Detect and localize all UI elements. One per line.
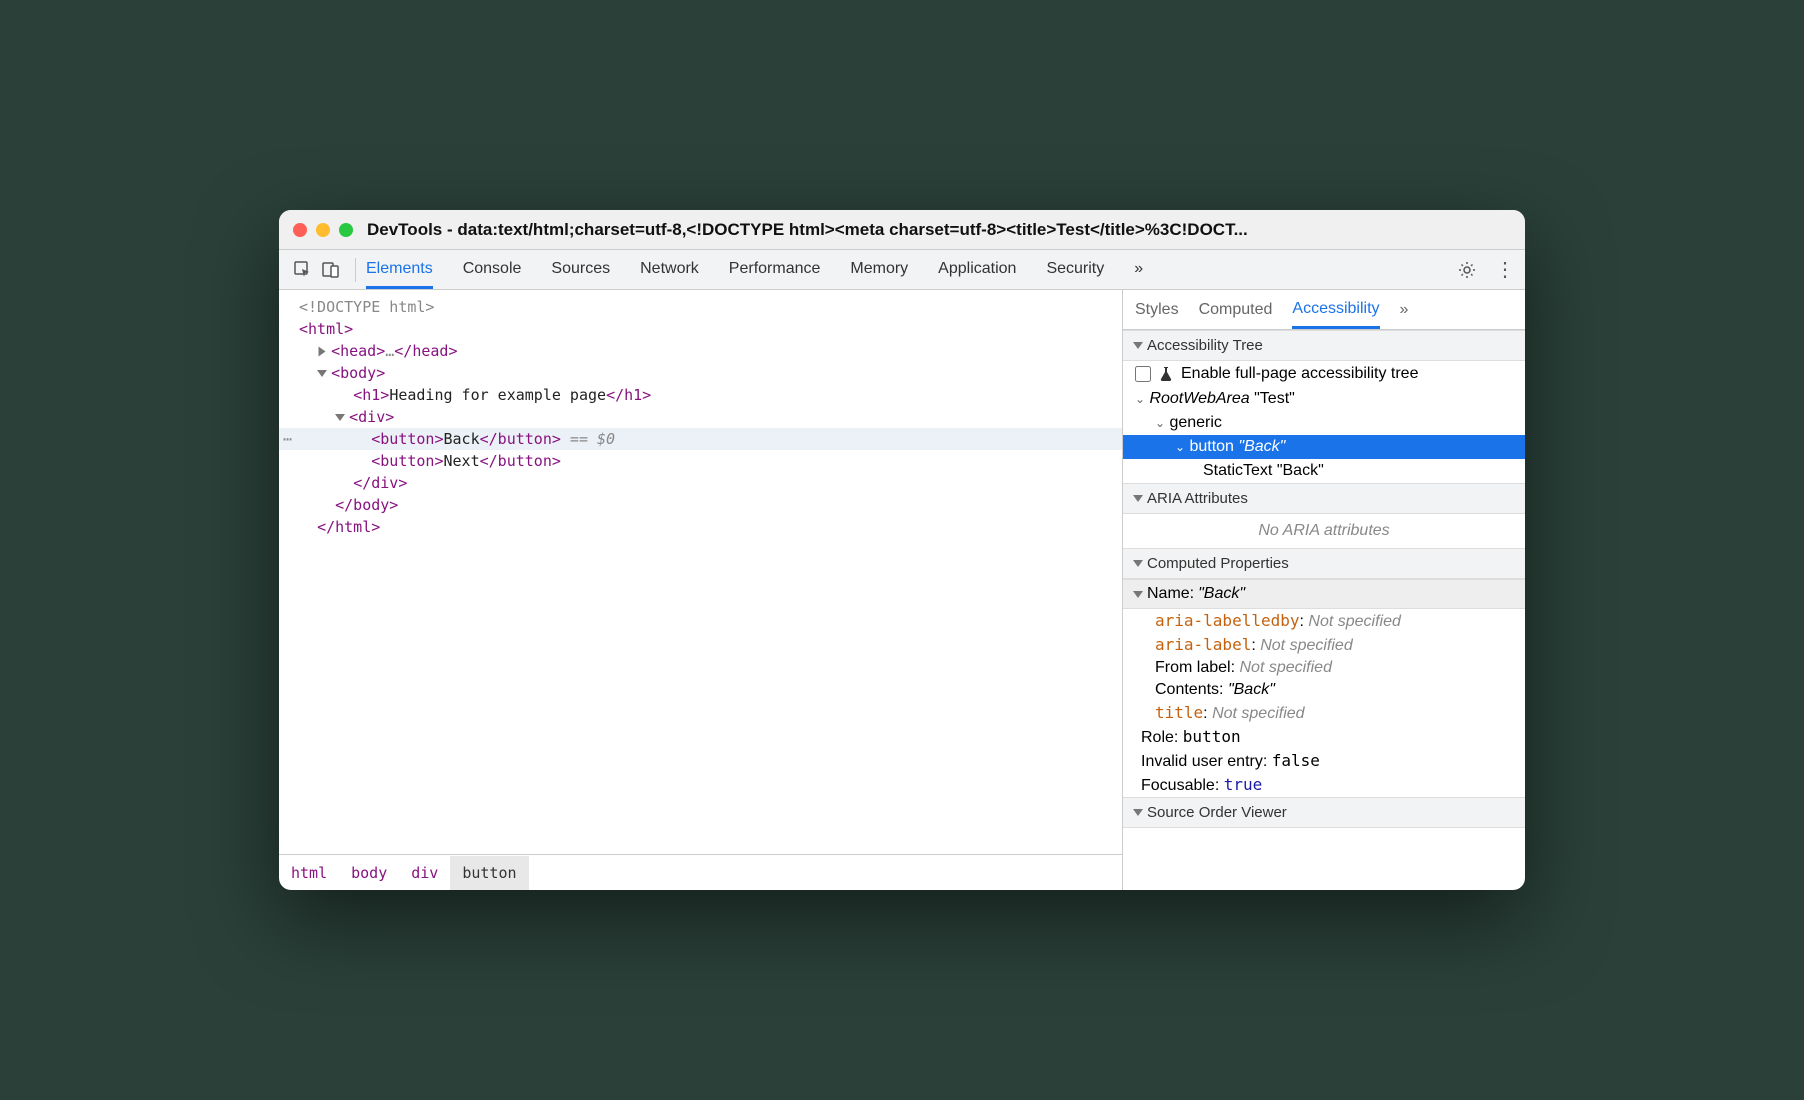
section-computed-properties[interactable]: Computed Properties [1123, 548, 1525, 579]
acc-tree-statictext[interactable]: StaticText "Back" [1123, 459, 1525, 483]
maximize-window-button[interactable] [339, 223, 353, 237]
dom-html-open[interactable]: <html> [299, 320, 353, 338]
devtools-window: DevTools - data:text/html;charset=utf-8,… [279, 210, 1525, 890]
tab-performance[interactable]: Performance [729, 251, 821, 289]
main-toolbar: Elements Console Sources Network Perform… [279, 250, 1525, 290]
acc-tree-generic[interactable]: ⌄ generic [1123, 411, 1525, 435]
close-window-button[interactable] [293, 223, 307, 237]
traffic-lights [293, 223, 353, 237]
prop-contents: Contents: "Back" [1123, 679, 1525, 701]
aria-none-message: No ARIA attributes [1123, 514, 1525, 548]
titlebar: DevTools - data:text/html;charset=utf-8,… [279, 210, 1525, 250]
breadcrumbs: html body div button [279, 854, 1122, 890]
kebab-menu-icon[interactable]: ⋮ [1495, 257, 1515, 282]
flask-icon [1159, 366, 1173, 382]
dom-body[interactable]: <body> [331, 364, 385, 382]
side-tab-styles[interactable]: Styles [1135, 292, 1179, 327]
crumb-body[interactable]: body [339, 856, 399, 890]
dom-doctype[interactable]: <!DOCTYPE html> [299, 298, 434, 316]
tab-elements[interactable]: Elements [366, 251, 433, 289]
tab-security[interactable]: Security [1046, 251, 1104, 289]
section-accessibility-tree[interactable]: Accessibility Tree [1123, 330, 1525, 361]
prop-from-label: From label: Not specified [1123, 657, 1525, 679]
acc-tree-root[interactable]: ⌄ RootWebArea "Test" [1123, 387, 1525, 411]
computed-name-row[interactable]: Name: "Back" [1123, 579, 1525, 609]
crumb-div[interactable]: div [399, 856, 450, 890]
dom-div-close[interactable]: </div> [353, 474, 407, 492]
acc-tree-button[interactable]: ⌄ button "Back" [1123, 435, 1525, 459]
prop-aria-label: aria-label: Not specified [1123, 633, 1525, 657]
tab-sources[interactable]: Sources [551, 251, 610, 289]
tab-console[interactable]: Console [463, 251, 522, 289]
enable-full-tree-row: Enable full-page accessibility tree [1123, 361, 1525, 387]
enable-full-tree-checkbox[interactable] [1135, 366, 1151, 382]
tab-application[interactable]: Application [938, 251, 1016, 289]
section-source-order[interactable]: Source Order Viewer [1123, 797, 1525, 828]
dom-html-close[interactable]: </html> [317, 518, 380, 536]
side-tabs: Styles Computed Accessibility » [1123, 290, 1525, 330]
crumb-button[interactable]: button [450, 856, 528, 890]
side-tab-computed[interactable]: Computed [1199, 292, 1273, 327]
device-toggle-icon[interactable] [317, 256, 345, 284]
crumb-html[interactable]: html [279, 856, 339, 890]
tab-memory[interactable]: Memory [850, 251, 908, 289]
window-title: DevTools - data:text/html;charset=utf-8,… [367, 220, 1511, 240]
dom-head[interactable]: <head> [331, 342, 385, 360]
enable-full-tree-label: Enable full-page accessibility tree [1181, 365, 1418, 383]
dom-tree[interactable]: <!DOCTYPE html> <html> <head>…</head> <b… [279, 290, 1122, 854]
gear-icon[interactable] [1453, 256, 1481, 284]
dom-body-close[interactable]: </body> [335, 496, 398, 514]
dom-selected-row[interactable]: <button>Back</button> == $0 [279, 428, 1122, 450]
elements-panel: <!DOCTYPE html> <html> <head>…</head> <b… [279, 290, 1123, 890]
side-tabs-overflow[interactable]: » [1400, 292, 1409, 327]
tabs-overflow[interactable]: » [1134, 251, 1143, 289]
side-tab-accessibility[interactable]: Accessibility [1292, 291, 1379, 329]
prop-role: Role: button [1123, 725, 1525, 749]
section-aria-attributes[interactable]: ARIA Attributes [1123, 483, 1525, 514]
dom-div[interactable]: <div> [349, 408, 394, 426]
tab-network[interactable]: Network [640, 251, 699, 289]
dom-h1[interactable]: <h1> [353, 386, 389, 404]
dom-button-next[interactable]: <button> [371, 452, 443, 470]
main-tabs: Elements Console Sources Network Perform… [366, 251, 1453, 289]
sidebar-panel: Styles Computed Accessibility » Accessib… [1123, 290, 1525, 890]
minimize-window-button[interactable] [316, 223, 330, 237]
inspect-element-icon[interactable] [289, 256, 317, 284]
prop-title: title: Not specified [1123, 701, 1525, 725]
prop-invalid: Invalid user entry: false [1123, 749, 1525, 773]
prop-aria-labelledby: aria-labelledby: Not specified [1123, 609, 1525, 633]
prop-focusable: Focusable: true [1123, 773, 1525, 797]
